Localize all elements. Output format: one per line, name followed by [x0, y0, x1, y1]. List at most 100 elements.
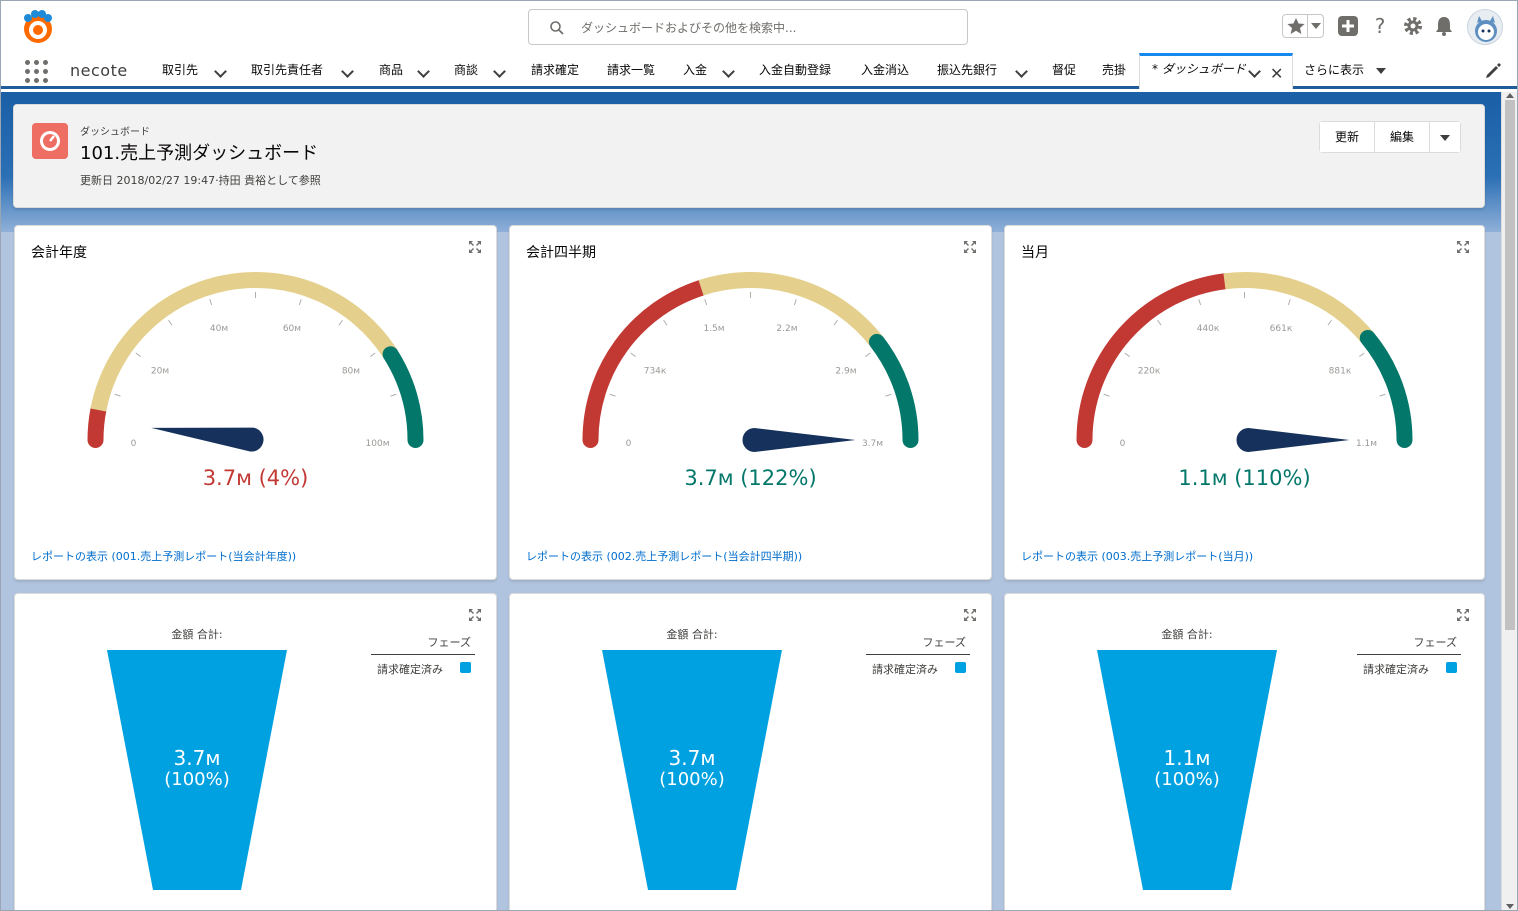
gauge-readout: 1.1м (110%)	[1178, 466, 1311, 490]
more-label: さらに表示	[1304, 63, 1365, 77]
gauge-tick	[1198, 299, 1202, 306]
chevron-down-icon[interactable]	[493, 65, 506, 78]
chevron-down-icon[interactable]	[214, 65, 227, 78]
gauge-chart: 0 20м 40м 60м 80м 100м	[87, 272, 424, 452]
legend-swatch	[460, 662, 471, 673]
funnel-percent: (100%)	[659, 769, 725, 790]
dashboard-actions: 更新 編集	[1319, 121, 1462, 153]
chevron-down-icon[interactable]	[722, 65, 735, 78]
star-icon	[1287, 18, 1305, 34]
page-scrollbar[interactable]	[1501, 92, 1517, 910]
expand-icon[interactable]	[963, 240, 977, 254]
edit-button[interactable]: 編集	[1375, 122, 1431, 152]
gauge-needle	[151, 427, 264, 452]
legend-swatch	[955, 662, 966, 673]
tab-label: * ダッシュボード	[1152, 62, 1246, 76]
search-icon	[550, 21, 564, 35]
favorites-dropdown-icon[interactable]	[1311, 23, 1321, 29]
legend-item-label: 請求確定済み	[377, 663, 443, 676]
svg-text:?: ?	[1375, 15, 1386, 37]
nav-item-dunning[interactable]: 督促	[1052, 53, 1076, 89]
chevron-down-icon[interactable]	[1015, 65, 1028, 78]
gauge-tick	[168, 319, 173, 326]
legend-swatch	[1446, 662, 1457, 673]
dashboard-header: ダッシュボード 101.売上予測ダッシュボード 更新日 2018/02/27 1…	[13, 104, 1485, 208]
chevron-down-icon[interactable]	[417, 65, 430, 78]
view-report-link[interactable]: レポートの表示 (002.売上予測レポート(当会計四半期))	[526, 548, 802, 564]
scroll-down-arrow-icon[interactable]	[1506, 904, 1514, 909]
nav-item-label: 入金自動登録	[759, 63, 832, 77]
global-create-icon[interactable]	[1337, 15, 1359, 37]
gauge-tick-label: 0	[626, 439, 632, 449]
gauge-tick	[793, 299, 797, 306]
nav-item-opportunities[interactable]: 商談	[454, 53, 506, 89]
scrollbar-thumb[interactable]	[1505, 100, 1515, 630]
scroll-up-arrow-icon[interactable]	[1506, 93, 1514, 98]
nav-item-products[interactable]: 商品	[379, 53, 430, 89]
setup-gear-icon[interactable]	[1402, 15, 1424, 37]
nav-item-payments[interactable]: 入金	[683, 53, 735, 89]
edit-nav-pencil-icon[interactable]	[1484, 62, 1502, 80]
nav-item-billing-list[interactable]: 請求一覧	[607, 53, 655, 89]
more-actions-button[interactable]	[1430, 122, 1461, 152]
nav-item-receivables[interactable]: 売掛	[1102, 53, 1126, 89]
tab-dashboard-active[interactable]: * ダッシュボード ✕	[1139, 53, 1293, 89]
chevron-down-icon[interactable]	[341, 65, 354, 78]
expand-icon[interactable]	[1456, 240, 1470, 254]
nav-item-bank[interactable]: 振込先銀行	[937, 53, 1028, 89]
refresh-button[interactable]: 更新	[1320, 122, 1376, 152]
gauge-tick-label: 80м	[342, 367, 360, 377]
gauge-tick	[390, 393, 397, 397]
gauge-tick	[1327, 319, 1332, 326]
record-type-label: ダッシュボード	[80, 127, 150, 138]
notifications-bell-icon[interactable]	[1433, 15, 1455, 37]
gauge-tick	[370, 352, 376, 357]
nav-item-label: 取引先責任者	[251, 63, 324, 77]
widget-title: 会計四半期	[526, 245, 596, 261]
gauge-band-yellow	[90, 272, 398, 412]
gauge-tick-label: 40м	[210, 324, 228, 334]
app-logo-icon[interactable]	[19, 9, 57, 45]
help-icon[interactable]: ?	[1369, 15, 1391, 37]
expand-icon[interactable]	[1456, 608, 1470, 622]
nav-item-label: 督促	[1052, 63, 1077, 77]
nav-item-accounts[interactable]: 取引先	[162, 53, 227, 89]
more-tabs-menu[interactable]: さらに表示	[1304, 53, 1386, 87]
gauge-tick-label: 734к	[644, 367, 667, 377]
nav-item-contacts[interactable]: 取引先責任者	[251, 53, 354, 89]
global-search-input[interactable]: ダッシュボードおよびその他を検索中...	[528, 9, 968, 45]
nav-item-reconcile[interactable]: 入金消込	[861, 53, 909, 89]
gauge-tick	[833, 319, 838, 326]
chevron-down-icon[interactable]	[1248, 65, 1261, 78]
nav-item-auto-payment[interactable]: 入金自動登録	[759, 53, 831, 89]
app-launcher-icon[interactable]	[25, 60, 49, 84]
widget-title: 当月	[1021, 245, 1049, 261]
funnel-measure-label: 金額 合計:	[666, 628, 718, 641]
gauge-tick	[609, 393, 616, 397]
nav-item-label: 請求確定	[531, 63, 580, 77]
gauge-widget-fiscal-quarter: 会計四半期 0 734к 1.5м 2.2м 2.9м 3.7м 3.7м (122%) …	[509, 225, 992, 580]
close-tab-icon[interactable]: ✕	[1270, 64, 1283, 83]
gauge-tick	[114, 393, 121, 397]
app-window: ダッシュボードおよびその他を検索中... ? necote 取引先 取引先責任者…	[0, 0, 1518, 911]
legend-title: フェーズ	[371, 634, 475, 655]
funnel-value: 3.7м	[668, 746, 716, 770]
expand-icon[interactable]	[468, 240, 482, 254]
gauge-tick	[865, 352, 871, 357]
user-avatar[interactable]	[1467, 9, 1503, 45]
nav-item-billing-confirm[interactable]: 請求確定	[531, 53, 579, 89]
gauge-readout: 3.7м (122%)	[684, 466, 817, 490]
gauge-tick	[135, 352, 141, 357]
view-report-link[interactable]: レポートの表示 (001.売上予測レポート(当会計年度))	[31, 548, 296, 564]
gauge-tick-label: 220к	[1138, 367, 1161, 377]
legend-item: 請求確定済み	[1357, 661, 1461, 676]
expand-icon[interactable]	[468, 608, 482, 622]
expand-icon[interactable]	[963, 608, 977, 622]
favorites-button[interactable]	[1282, 14, 1324, 38]
gauge-tick-label: 661к	[1270, 324, 1293, 334]
view-report-link[interactable]: レポートの表示 (003.売上予測レポート(当月))	[1021, 548, 1253, 564]
gauge-tick	[885, 393, 892, 397]
legend: フェーズ 請求確定済み	[1357, 634, 1461, 676]
nav-item-label: 取引先	[162, 63, 199, 77]
gauge-tick-label: 60м	[283, 324, 301, 334]
